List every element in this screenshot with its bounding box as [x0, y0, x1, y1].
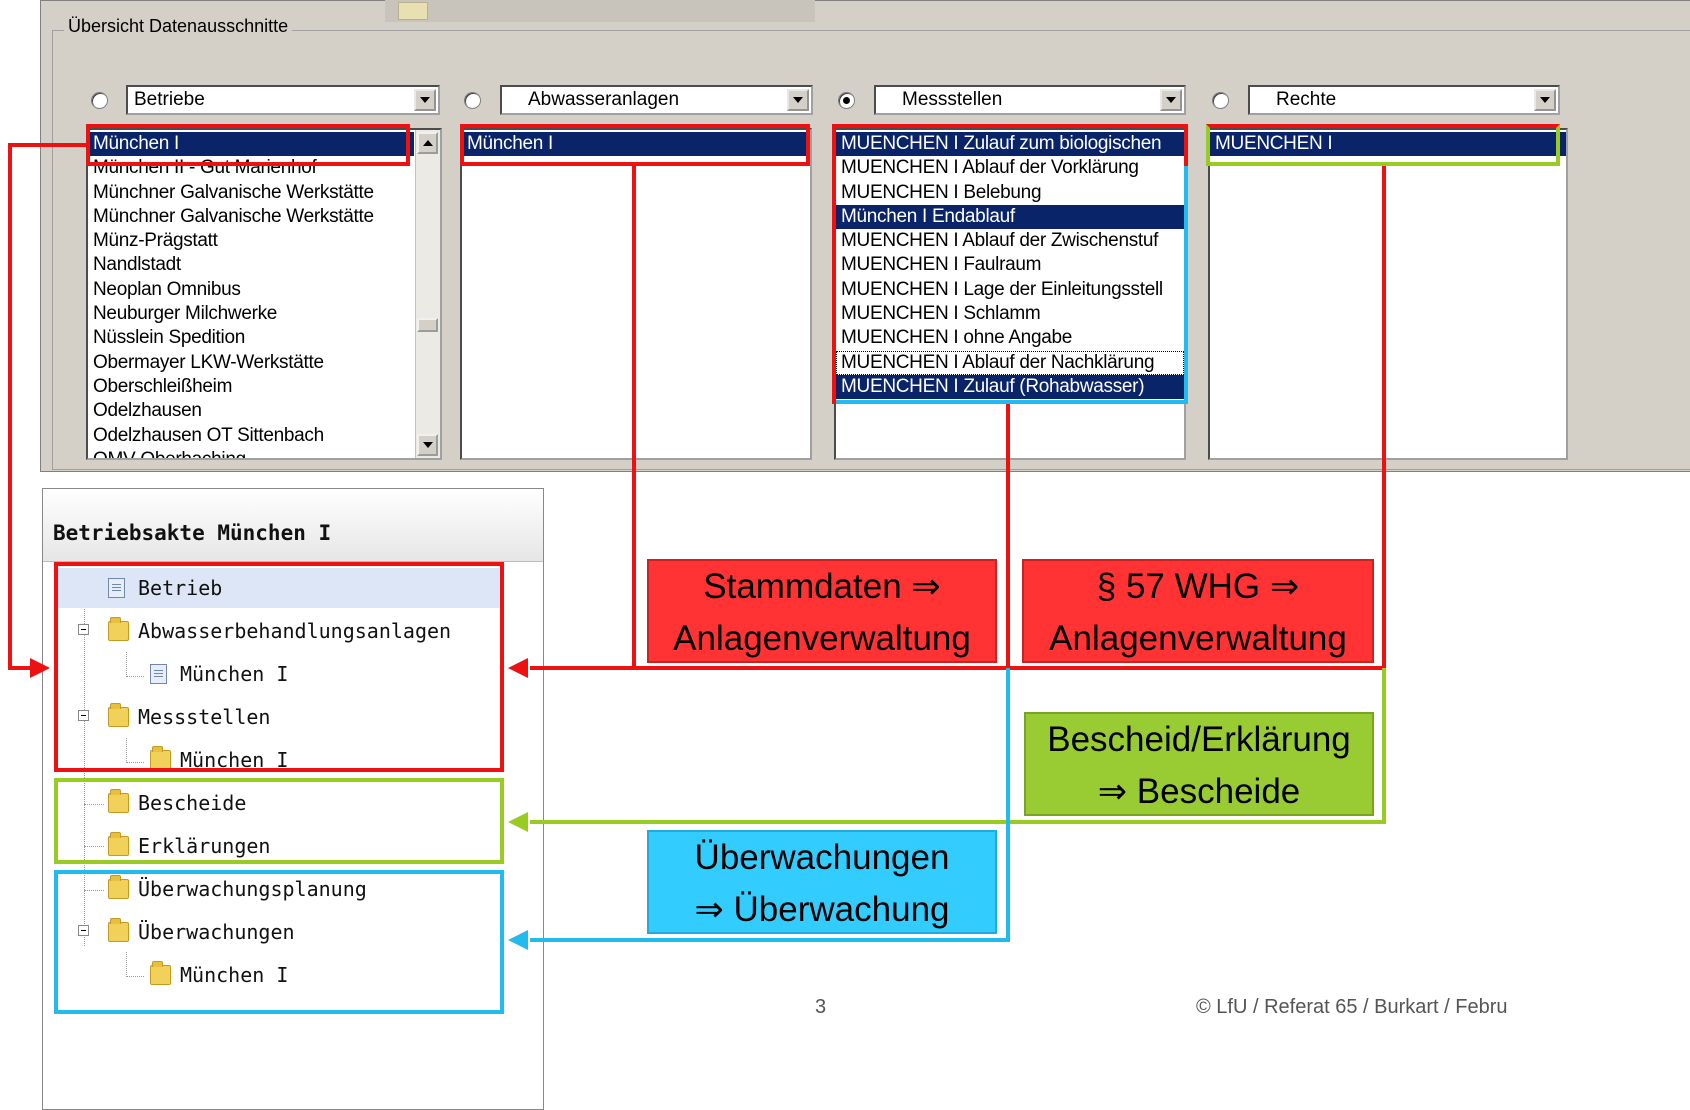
arrow-cyan-icon: [508, 930, 528, 950]
label-line: ⇒ Überwachung: [694, 890, 950, 929]
label-line: Anlagenverwaltung: [1049, 619, 1347, 658]
arrow-red-right-icon: [508, 658, 528, 678]
label-line: Anlagenverwaltung: [673, 619, 971, 658]
label-stammdaten: Stammdaten ⇒ Anlagenverwaltung: [647, 559, 997, 663]
label-whg: § 57 WHG ⇒ Anlagenverwaltung: [1022, 559, 1374, 663]
label-line: Überwachungen: [694, 838, 950, 877]
connector-red-left: [8, 143, 86, 670]
arrow-red-left-icon: [30, 658, 50, 678]
label-ueberwachung: Überwachungen ⇒ Überwachung: [647, 830, 997, 934]
label-bescheid: Bescheid/Erklärung ⇒ Bescheide: [1024, 712, 1374, 816]
page-number: 3: [815, 996, 827, 1018]
arrow-green-icon: [508, 812, 528, 832]
connector-lines: [8, 143, 1386, 950]
label-line: Stammdaten ⇒: [703, 567, 941, 606]
footer-credit: © LfU / Referat 65 / Burkart / Febru: [1196, 996, 1508, 1018]
label-line: Bescheid/Erklärung: [1047, 720, 1351, 759]
label-line: ⇒ Bescheide: [1097, 772, 1301, 811]
label-line: § 57 WHG ⇒: [1096, 567, 1300, 606]
